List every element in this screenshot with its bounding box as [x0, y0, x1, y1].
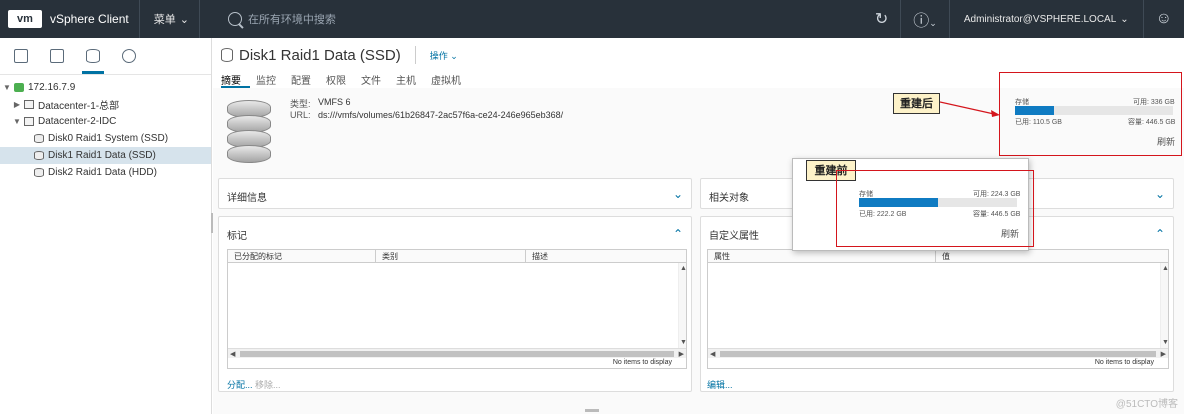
column-header[interactable]: 类别 [376, 250, 526, 262]
tree-item-datacenter-1[interactable]: ▶ Datacenter-1-总部 [0, 96, 211, 113]
empty-state: No items to display [1094, 359, 1154, 366]
callout-after: 重建后 [893, 93, 940, 114]
help-icon[interactable]: ⓘ⌄ [901, 7, 949, 31]
menu-button[interactable]: 菜单 ⌄ [154, 11, 189, 27]
column-header[interactable]: 描述 [526, 250, 686, 262]
datacenter-icon [24, 100, 34, 109]
datastore-icon [34, 168, 44, 177]
tab-summary[interactable]: 摘要 [221, 72, 250, 88]
inventory-navigator: ▼ 172.16.7.9 ▶ Datacenter-1-总部 ▼ Datacen… [0, 38, 212, 414]
datacenter-icon [24, 117, 34, 126]
vcenter-icon [14, 83, 24, 92]
card-title: 标记 [227, 231, 247, 242]
tree-item-vcenter[interactable]: ▼ 172.16.7.9 [0, 79, 211, 96]
assign-link[interactable]: 分配... [227, 378, 253, 391]
tree-item-label: 172.16.7.9 [28, 82, 76, 93]
card-title: 自定义属性 [709, 231, 759, 242]
chevron-down-icon[interactable]: ⌄ [1155, 187, 1165, 201]
type-value: VMFS 6 [318, 97, 351, 107]
vertical-scrollbar[interactable]: ▲ ▼ [1160, 263, 1169, 348]
chevron-down-icon[interactable]: ⌄ [673, 187, 683, 201]
title-divider [414, 46, 416, 64]
tree-item-label: Datacenter-1-总部 [38, 101, 120, 112]
actions-menu[interactable]: 操作 ⌄ [430, 49, 458, 62]
page-title: Disk1 Raid1 Data (SSD) [239, 46, 401, 64]
tags-card: 标记 ⌃ 已分配的标记 类别 描述 ▲ ▼ ◀ ▶ No items to di… [218, 216, 692, 392]
tab-configure[interactable]: 配置 [291, 72, 320, 88]
callout-arrow [940, 101, 1000, 117]
tree-item-label: Disk2 Raid1 Data (HDD) [48, 167, 157, 178]
datastore-icon [221, 48, 233, 62]
chevron-right-icon[interactable]: ▶ [12, 100, 22, 109]
custom-attributes-grid: 属性 值 ▲ ▼ ◀ ▶ No items to display [707, 249, 1169, 369]
hosts-clusters-icon[interactable] [14, 49, 28, 63]
actions-label: 操作 [429, 50, 448, 61]
type-label: 类型: [290, 99, 311, 109]
search-placeholder[interactable]: 在所有环境中搜索 [248, 11, 336, 27]
column-header[interactable]: 已分配的标记 [228, 250, 376, 262]
inventory-tree: ▼ 172.16.7.9 ▶ Datacenter-1-总部 ▼ Datacen… [0, 75, 211, 181]
tree-item-label: Disk0 Raid1 System (SSD) [48, 133, 169, 144]
remove-link[interactable]: 移除... [255, 378, 281, 391]
global-search[interactable]: 在所有环境中搜索 [227, 11, 336, 27]
card-title: 详细信息 [227, 193, 267, 204]
tree-item-label: Datacenter-2-IDC [38, 116, 117, 127]
tree-item-disk1[interactable]: Disk1 Raid1 Data (SSD) [0, 147, 211, 164]
tab-monitor[interactable]: 监控 [256, 72, 285, 88]
chevron-up-icon[interactable]: ⌃ [673, 227, 683, 241]
tree-item-label: Disk1 Raid1 Data (SSD) [48, 150, 156, 161]
tags-grid: 已分配的标记 类别 描述 ▲ ▼ ◀ ▶ No items to display [227, 249, 687, 369]
datastore-icon [34, 134, 44, 143]
empty-state: No items to display [612, 359, 672, 366]
navigator-tabs [0, 38, 211, 75]
header-divider [138, 0, 140, 38]
tree-item-datacenter-2[interactable]: ▼ Datacenter-2-IDC [0, 113, 211, 130]
tree-item-disk0[interactable]: Disk0 Raid1 System (SSD) [0, 130, 211, 147]
vmware-logo: vm [8, 10, 42, 28]
refresh-icon[interactable]: ↻ [863, 9, 900, 29]
chevron-up-icon[interactable]: ⌃ [1155, 227, 1165, 241]
watermark: @51CTO博客 [1115, 399, 1178, 410]
vertical-scrollbar[interactable]: ▲ ▼ [678, 263, 687, 348]
storage-icon[interactable] [82, 49, 104, 74]
url-label: URL: [290, 110, 311, 120]
datastore-icon [34, 151, 44, 160]
header-divider [198, 0, 200, 38]
networking-icon[interactable] [122, 49, 136, 63]
tab-files[interactable]: 文件 [361, 72, 390, 88]
user-name: Administrator@VSPHERE.LOCAL [963, 13, 1117, 25]
horizontal-scrollbar[interactable]: ◀ ▶ [708, 348, 1168, 358]
card-title: 相关对象 [709, 193, 749, 204]
tab-hosts[interactable]: 主机 [396, 72, 425, 88]
chevron-down-icon[interactable]: ▼ [12, 117, 22, 126]
annotation-box-after [999, 72, 1182, 156]
chevron-down-icon: ⌄ [179, 13, 189, 26]
edit-link[interactable]: 编辑... [707, 378, 733, 391]
tab-permissions[interactable]: 权限 [326, 72, 355, 88]
url-value: ds:///vmfs/volumes/61b26847-2ac57f6a-ce2… [318, 110, 564, 120]
tree-item-disk2[interactable]: Disk2 Raid1 Data (HDD) [0, 164, 211, 181]
details-card[interactable]: 详细信息 ⌄ [218, 178, 692, 209]
user-menu[interactable]: Administrator@VSPHERE.LOCAL ⌄ [950, 14, 1143, 25]
app-title: vSphere Client [50, 12, 129, 26]
datastore-properties: 类型: VMFS 6 URL: ds:///vmfs/volumes/61b26… [290, 97, 563, 123]
menu-label: 菜单 [153, 14, 176, 26]
column-header[interactable]: 属性 [708, 250, 936, 262]
column-header[interactable]: 值 [936, 250, 1168, 262]
datastore-large-icon [227, 100, 271, 163]
horizontal-scrollbar[interactable]: ◀ ▶ [228, 348, 686, 358]
chevron-down-icon[interactable]: ▼ [2, 83, 12, 92]
tab-vms[interactable]: 虚拟机 [431, 72, 470, 88]
smiley-feedback-icon[interactable]: ☺ [1144, 10, 1184, 28]
chevron-down-icon: ⌄ [1120, 13, 1129, 25]
annotation-box-before [836, 170, 1034, 247]
top-header: vm vSphere Client 菜单 ⌄ 在所有环境中搜索 ↻ ⓘ⌄ Adm… [0, 0, 1184, 38]
vms-templates-icon[interactable] [50, 49, 64, 63]
resize-handle[interactable] [585, 409, 599, 412]
search-icon [227, 12, 242, 26]
